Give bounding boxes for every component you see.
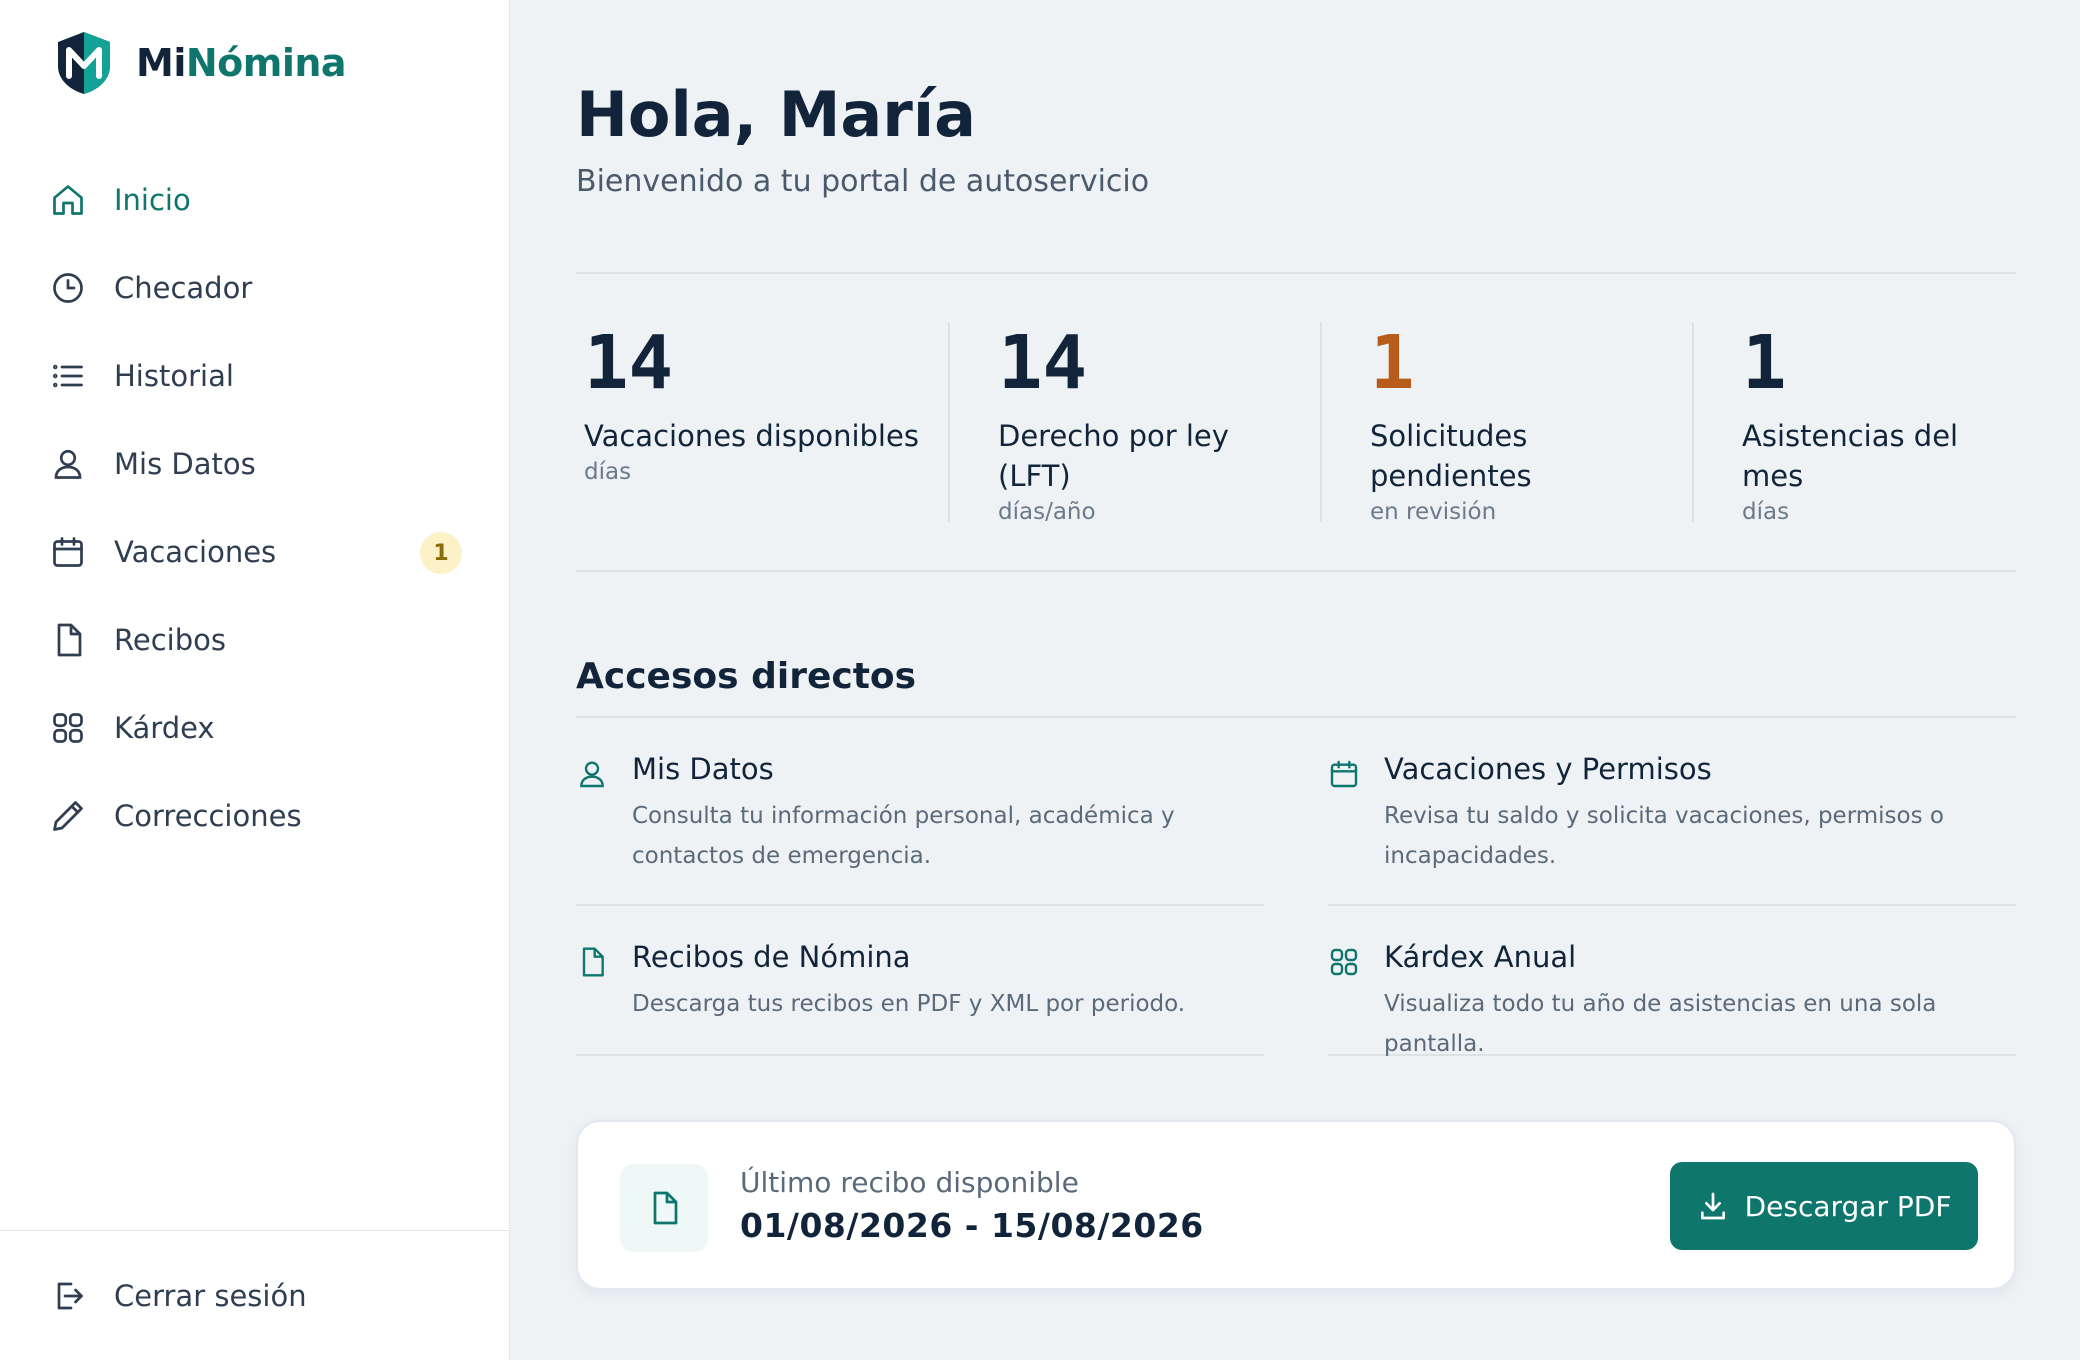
sidebar-item-kardex[interactable]: Kárdex [0,684,510,772]
stat-asistencias-del-mes: 1 Asistencias del mes días [1742,320,2016,525]
sidebar-item-label: Recibos [114,623,226,657]
sidebar-item-label: Mis Datos [114,447,256,481]
user-icon [580,761,604,788]
stats-panel: 14 Vacaciones disponibles días 14 Derech… [576,272,2016,572]
grid-icon [1330,948,1358,976]
shortcut-title: Mis Datos [632,752,774,786]
receipt-period: 01/08/2026 - 15/08/2026 [740,1206,1204,1245]
stat-label: Asistencias del mes [1742,419,1959,493]
stat-label: Derecho por ley (LFT) [998,419,1229,493]
user-icon [54,449,82,479]
shortcut-title: Vacaciones y Permisos [1384,752,1712,786]
sidebar-item-label: Historial [114,359,234,393]
sidebar: MiNómina Inicio Checador Historial Mis D… [0,0,510,1360]
stat-divider [1692,322,1694,522]
shield-logo-icon [58,32,110,94]
stat-solicitudes-pendientes: 1 Solicitudes pendientes en revisión [1370,320,1640,525]
sidebar-item-inicio[interactable]: Inicio [0,156,510,244]
stat-unit: días [584,459,632,485]
shortcut-title: Recibos de Nómina [632,940,911,974]
sidebar-item-label: Correcciones [114,799,302,833]
shortcut-description: Descarga tus recibos en PDF y XML por pe… [632,991,1186,1017]
download-button-label: Descargar PDF [1744,1189,1952,1223]
shortcut-description: Consulta tu información personal, académ… [632,803,1175,869]
page-subtitle: Bienvenido a tu portal de autoservicio [576,164,1150,199]
sidebar-item-vacaciones[interactable]: Vacaciones 1 [0,508,510,596]
shortcut-vacaciones-permisos[interactable]: Vacaciones y Permisos Revisa tu saldo y … [1328,752,2016,906]
shortcut-recibos-nomina[interactable]: Recibos de Nómina Descarga tus recibos e… [576,940,1264,1056]
clock-icon [53,273,83,303]
stat-divider [948,322,950,522]
stat-vacaciones-disponibles: 14 Vacaciones disponibles días [584,322,944,522]
logout-icon [57,1282,83,1310]
sidebar-item-correcciones[interactable]: Correcciones [0,772,510,860]
stat-derecho-por-ley: 14 Derecho por ley (LFT) días/año [998,320,1268,525]
section-divider [576,716,2016,718]
shortcut-description: Revisa tu saldo y solicita vacaciones, p… [1384,803,1944,869]
section-title: Accesos directos [576,656,917,697]
stat-value: 1 [1742,320,1787,406]
logout-label: Cerrar sesión [114,1279,307,1313]
stat-unit: días [1742,499,1790,525]
sidebar-item-label: Kárdex [114,711,215,745]
calendar-icon [1330,760,1358,788]
notification-badge: 1 [420,532,462,574]
sidebar-divider [0,1230,510,1231]
sidebar-nav: Inicio Checador Historial Mis Datos Vaca… [0,156,510,860]
stat-unit: días/año [998,499,1096,525]
list-icon [53,364,83,388]
stat-value: 1 [1370,320,1415,406]
stat-label: Solicitudes pendientes [1370,419,1532,493]
calendar-icon [53,537,83,567]
sidebar-item-recibos[interactable]: Recibos [0,596,510,684]
receipt-icon-box [620,1164,708,1252]
document-icon [57,623,82,657]
receipt-label: Último recibo disponible [740,1166,1079,1199]
stat-divider [1320,322,1322,522]
stat-label: Vacaciones disponibles [584,419,919,453]
sidebar-item-label: Checador [114,271,253,305]
sidebar-item-label: Vacaciones [114,535,277,569]
shortcut-kardex-anual[interactable]: Kárdex Anual Visualiza todo tu año de as… [1328,940,2016,1057]
shortcut-mis-datos[interactable]: Mis Datos Consulta tu información person… [576,752,1264,906]
sidebar-item-checador[interactable]: Checador [0,244,510,332]
stat-unit: en revisión [1370,499,1497,525]
page-title: Hola, María [576,78,976,151]
document-icon [653,1191,678,1225]
sidebar-item-mis-datos[interactable]: Mis Datos [0,420,510,508]
brand-logo[interactable]: MiNómina [54,30,347,96]
shortcut-title: Kárdex Anual [1384,940,1577,974]
sidebar-item-historial[interactable]: Historial [0,332,510,420]
pencil-icon [53,801,83,831]
latest-receipt-card: Último recibo disponible 01/08/2026 - 15… [576,1120,2016,1290]
download-icon [1700,1192,1725,1220]
logout-button[interactable]: Cerrar sesión [0,1252,510,1340]
stat-value: 14 [998,320,1088,406]
stat-value: 14 [584,320,674,406]
sidebar-item-label: Inicio [114,183,191,217]
shortcut-description: Visualiza todo tu año de asistencias en … [1384,991,1937,1057]
download-pdf-button[interactable]: Descargar PDF [1670,1162,1978,1250]
document-icon [582,947,604,977]
grid-icon [53,713,83,743]
brand-name: MiNómina [136,41,347,85]
home-icon [53,185,83,215]
